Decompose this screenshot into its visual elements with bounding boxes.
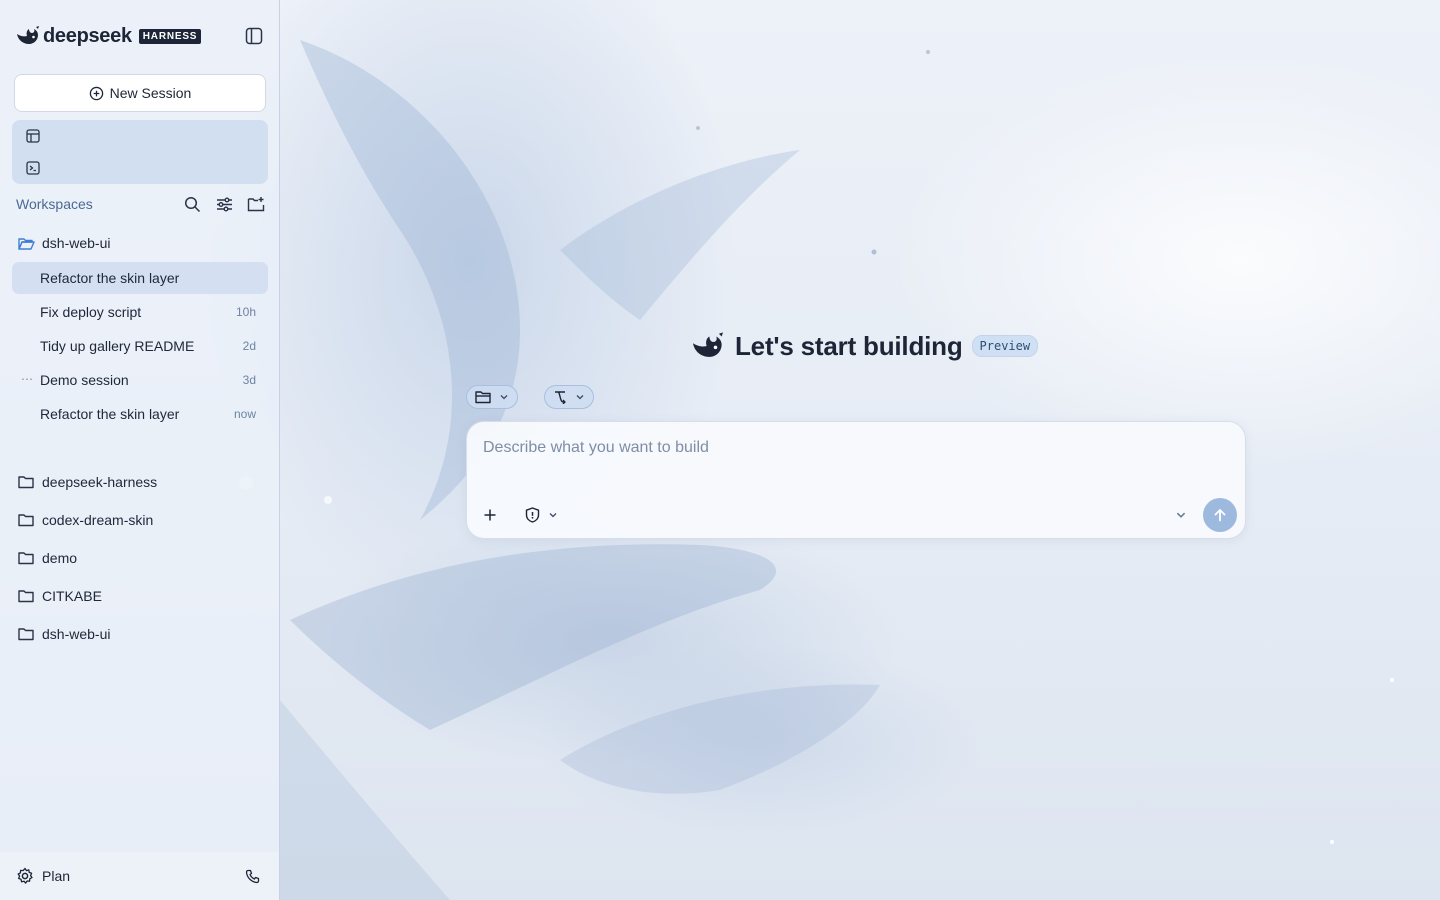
folder-name: demo: [42, 550, 78, 566]
new-folder-icon: [247, 196, 265, 211]
model-menu-button[interactable]: [1171, 503, 1191, 527]
new-session-button[interactable]: New Session: [14, 74, 266, 112]
plus-icon: [484, 509, 496, 521]
session-time: 3d: [242, 373, 256, 387]
search-workspaces-button[interactable]: [182, 192, 202, 216]
folder-name: CITKABE: [42, 588, 102, 604]
hero-title: Let's start building: [735, 330, 963, 361]
search-icon: [184, 196, 200, 212]
folder-item[interactable]: deepseek-harness: [16, 469, 157, 495]
preview-badge: Preview: [971, 335, 1039, 357]
quick-nav-terminal-button[interactable]: [24, 159, 42, 177]
session-title: Demo session: [40, 372, 129, 388]
folder-item[interactable]: CITKABE: [16, 583, 102, 609]
folder-item[interactable]: codex-dream-skin: [16, 507, 153, 533]
filter-workspaces-button[interactable]: [214, 192, 234, 216]
folder-name: codex-dream-skin: [42, 512, 154, 528]
new-folder-button[interactable]: [246, 192, 266, 216]
filter-sliders-icon: [216, 197, 232, 211]
session-item[interactable]: Fix deploy script 10h: [12, 296, 268, 328]
deepseek-whale-logo-icon: [690, 331, 726, 361]
chevron-down-icon: [549, 513, 557, 518]
brand: deepseek HARNESS: [16, 24, 202, 48]
folder-icon: [16, 586, 36, 606]
session-item[interactable]: ⋯ Demo session 3d: [12, 364, 268, 396]
folder-icon: [475, 391, 491, 404]
layout-icon: [26, 129, 40, 143]
quick-nav-layout-button[interactable]: [24, 127, 42, 145]
brand-name: deepseek: [43, 24, 132, 47]
session-title: Refactor the skin layer: [40, 270, 180, 286]
branch-picker[interactable]: [544, 385, 594, 409]
folder-name: dsh-web-ui: [42, 626, 111, 642]
sidebar-toggle-button[interactable]: [242, 24, 266, 48]
sidebar-toggle-icon: [245, 27, 263, 45]
plan-label: Plan: [42, 868, 71, 884]
folder-name: dsh-web-ui: [42, 235, 111, 251]
session-item[interactable]: Refactor the skin layer: [12, 262, 268, 294]
prompt-input[interactable]: [483, 436, 1223, 460]
workspace-folder-picker[interactable]: [466, 385, 518, 409]
phone-icon: [245, 869, 259, 883]
session-title: Fix deploy script: [40, 304, 142, 320]
session-item[interactable]: Refactor the skin layer now: [12, 398, 268, 430]
permission-mode-button[interactable]: [525, 503, 558, 527]
folder-open-icon: [16, 233, 36, 253]
folder-icon: [16, 510, 36, 530]
new-session-label: New Session: [109, 85, 192, 101]
gear-icon: [17, 867, 33, 884]
deepseek-whale-logo-icon: [16, 25, 40, 47]
prompt-composer: [466, 421, 1246, 539]
folder-item[interactable]: demo: [16, 545, 77, 571]
sidebar-footer: Plan: [0, 852, 279, 900]
folder-name: deepseek-harness: [42, 474, 158, 490]
chevron-down-icon: [500, 395, 508, 400]
hero-header: Let's start building Preview: [690, 328, 1039, 364]
session-title: Tidy up gallery README: [40, 338, 195, 354]
terminal-icon: [26, 161, 40, 175]
quick-nav-panel: [12, 120, 268, 184]
folder-icon: [16, 548, 36, 568]
session-item[interactable]: Tidy up gallery README 2d: [12, 330, 268, 362]
brand-badge: HARNESS: [138, 28, 202, 44]
folder-dsh-web-ui-open[interactable]: dsh-web-ui: [16, 230, 110, 256]
chevron-down-icon: [576, 395, 584, 400]
session-time: 10h: [235, 305, 256, 319]
sidebar: deepseek HARNESS New Session Workspaces: [0, 0, 280, 900]
arrow-up-icon: [1214, 509, 1226, 522]
folder-icon: [16, 624, 36, 644]
session-title: Refactor the skin layer: [40, 406, 180, 422]
workspaces-title: Workspaces: [16, 196, 93, 212]
folder-icon: [16, 472, 36, 492]
session-time: now: [233, 407, 256, 421]
chevron-down-icon: [1176, 512, 1186, 518]
running-indicator-icon: ⋯: [21, 372, 34, 386]
workspaces-header: Workspaces: [16, 192, 268, 216]
plus-circle-icon: [89, 86, 103, 100]
add-attachment-button[interactable]: [477, 502, 503, 528]
call-button[interactable]: [242, 864, 262, 888]
shield-icon: [525, 507, 540, 523]
send-button[interactable]: [1203, 498, 1237, 532]
plan-settings-button[interactable]: Plan: [16, 864, 70, 888]
session-time: 2d: [242, 339, 256, 353]
git-branch-icon: [555, 391, 566, 404]
folder-item[interactable]: dsh-web-ui: [16, 621, 110, 647]
